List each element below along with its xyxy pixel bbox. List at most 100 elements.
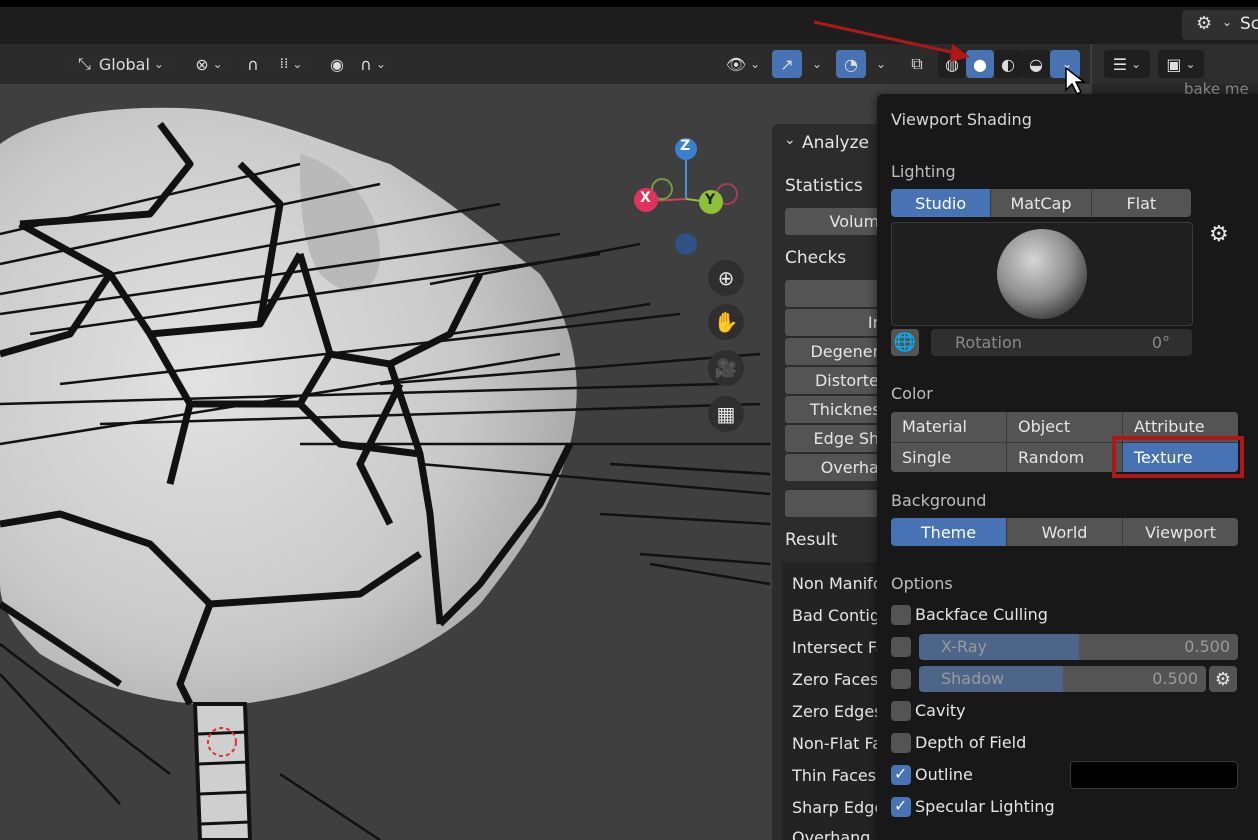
result-sharp-edges[interactable]: Sharp Edge [792, 798, 882, 817]
studio-sphere-image [997, 229, 1087, 319]
outline-checkbox[interactable] [891, 764, 911, 785]
background-mode-selector: Theme World Viewport [891, 518, 1238, 546]
lighting-mode-selector: Studio MatCap Flat [891, 189, 1191, 217]
panel-title: Analyze [802, 133, 869, 153]
intersections-button[interactable]: Int [785, 309, 882, 336]
scene-label: Sc [1240, 14, 1258, 34]
rotation-label: Rotation [955, 333, 1022, 352]
result-overhang-faces[interactable]: Overhang Face: 0 [792, 828, 882, 840]
zoom-icon[interactable]: ⊕ [708, 260, 744, 296]
orientation-dropdown[interactable]: ⤡ Global ⌄ [62, 50, 180, 78]
gizmo-toggle[interactable]: ↗ [772, 50, 802, 78]
color-object-button[interactable]: Object [1007, 412, 1122, 442]
overhang-button[interactable]: Overhan [785, 454, 882, 481]
image-icon: ▣ [1166, 54, 1182, 74]
check-all-2-button[interactable] [785, 490, 882, 517]
gizmo-y-label: Y [705, 192, 716, 208]
chevron-down-icon: ⌄ [375, 57, 386, 71]
result-zero-faces[interactable]: Zero Faces [792, 670, 882, 689]
shadow-slider[interactable]: Shadow 0.500 [919, 666, 1206, 692]
rotation-value: 0° [1151, 333, 1170, 352]
shadow-checkbox[interactable] [891, 669, 911, 689]
world-space-lighting-toggle[interactable]: 🌐 [891, 329, 919, 356]
chevron-down-icon: ⌄ [153, 57, 164, 71]
top-bar: ⚙ ⌄ Sc [0, 0, 1258, 44]
xray-value: 0.500 [1184, 637, 1230, 656]
result-thin-faces[interactable]: Thin Faces [792, 766, 882, 785]
outline-color-swatch[interactable] [1070, 761, 1238, 789]
rendered-shading-button[interactable]: ◒ [1022, 50, 1050, 78]
scene-selector[interactable]: ⚙ ⌄ Sc [1182, 10, 1258, 40]
shadow-settings-gear-icon[interactable]: ⚙ [1209, 666, 1237, 692]
backface-culling-label: Backface Culling [915, 605, 1048, 624]
magnet-icon: ∩ [247, 54, 259, 74]
background-viewport-button[interactable]: Viewport [1123, 518, 1238, 546]
cavity-checkbox[interactable] [891, 701, 911, 721]
eye-icon: 👁 [725, 54, 747, 74]
result-non-manifold[interactable]: Non Manifo [792, 574, 882, 593]
gizmo-x-label: X [640, 190, 651, 206]
chevron-down-icon: ⌄ [1131, 57, 1142, 71]
filter-dropdown[interactable]: ▣ ⌄ [1158, 50, 1204, 78]
xray-label: X-Ray [941, 637, 987, 656]
xray-checkbox[interactable] [891, 637, 911, 657]
viewport-shading-popover: Viewport Shading Lighting Studio MatCap … [877, 94, 1258, 840]
outline-label: Outline [915, 765, 973, 784]
grid-icon[interactable]: ▦ [708, 396, 744, 432]
result-zero-edges[interactable]: Zero Edges [792, 702, 882, 721]
depth-of-field-checkbox[interactable] [891, 733, 911, 753]
result-non-flat-faces[interactable]: Non-Flat Fa [792, 734, 882, 753]
thickness-button[interactable]: Thickness [785, 396, 882, 423]
falloff-dropdown[interactable]: ∩ ⌄ [352, 50, 394, 78]
background-world-button[interactable]: World [1007, 518, 1123, 546]
analyze-panel: ⌄ Analyze Statistics Volume Checks Int D… [772, 124, 882, 840]
backface-culling-checkbox[interactable] [891, 605, 911, 625]
display-mode-dropdown[interactable]: ☰ ⌄ [1104, 50, 1150, 78]
xray-slider[interactable]: X-Ray 0.500 [919, 634, 1238, 660]
pivot-icon: ⊗ [195, 54, 209, 74]
cavity-label: Cavity [915, 701, 966, 720]
color-random-button[interactable]: Random [1007, 442, 1122, 472]
collapse-chevron-icon[interactable]: ⌄ [784, 132, 796, 148]
degenerate-button[interactable]: Degenera [785, 338, 882, 365]
rotation-field[interactable]: Rotation 0° [931, 329, 1192, 356]
specular-lighting-checkbox[interactable] [891, 796, 911, 817]
proportional-editing-toggle[interactable]: ◉ [322, 50, 352, 78]
chevron-down-icon: ⌄ [1185, 57, 1196, 71]
popover-title: Viewport Shading [891, 110, 1032, 129]
pivot-point-dropdown[interactable]: ⊗ ⌄ [186, 50, 232, 78]
proportional-icon: ◉ [330, 54, 344, 74]
color-material-button[interactable]: Material [891, 412, 1006, 442]
distorted-button[interactable]: Distorted [785, 367, 882, 394]
outliner-header: ☰ ⌄ ▣ ⌄ [1092, 44, 1258, 84]
visibility-dropdown[interactable]: 👁 ⌄ [720, 50, 766, 78]
scene-icon: ⚙ [1196, 13, 1213, 34]
result-intersect-faces[interactable]: Intersect Fa [792, 638, 882, 657]
statistics-label: Statistics [785, 176, 863, 196]
snap-target-dropdown[interactable]: ⁞⁞ ⌄ [268, 50, 314, 78]
studio-light-preview[interactable] [891, 222, 1193, 326]
result-label: Result [785, 530, 838, 550]
camera-icon[interactable]: 🎥 [708, 350, 744, 386]
lighting-studio-button[interactable]: Studio [891, 189, 992, 217]
gizmo-z-label: Z [680, 138, 691, 154]
gear-icon[interactable]: ⚙ [1209, 222, 1229, 247]
color-single-button[interactable]: Single [891, 442, 1006, 472]
orientation-label: Global [98, 54, 150, 74]
chevron-down-icon: ⌄ [750, 57, 761, 71]
checks-label: Checks [785, 248, 847, 268]
gizmo-arrow-icon: ↗ [780, 54, 794, 74]
shadow-label: Shadow [941, 669, 1005, 688]
lighting-flat-button[interactable]: Flat [1091, 189, 1191, 217]
volume-button[interactable]: Volume [785, 208, 882, 235]
check-all-button[interactable] [785, 280, 882, 307]
lighting-matcap-button[interactable]: MatCap [991, 189, 1092, 217]
snap-toggle[interactable]: ∩ [238, 50, 268, 78]
edge-sharp-button[interactable]: Edge Sha [785, 425, 882, 452]
chevron-down-icon: ⌄ [292, 57, 303, 71]
outliner-tree-icon: ☰ [1112, 54, 1128, 74]
background-theme-button[interactable]: Theme [891, 518, 1007, 546]
options-label: Options [891, 574, 953, 593]
pan-hand-icon[interactable]: ✋ [708, 304, 744, 340]
result-bad-contiguous[interactable]: Bad Contig [792, 606, 882, 625]
